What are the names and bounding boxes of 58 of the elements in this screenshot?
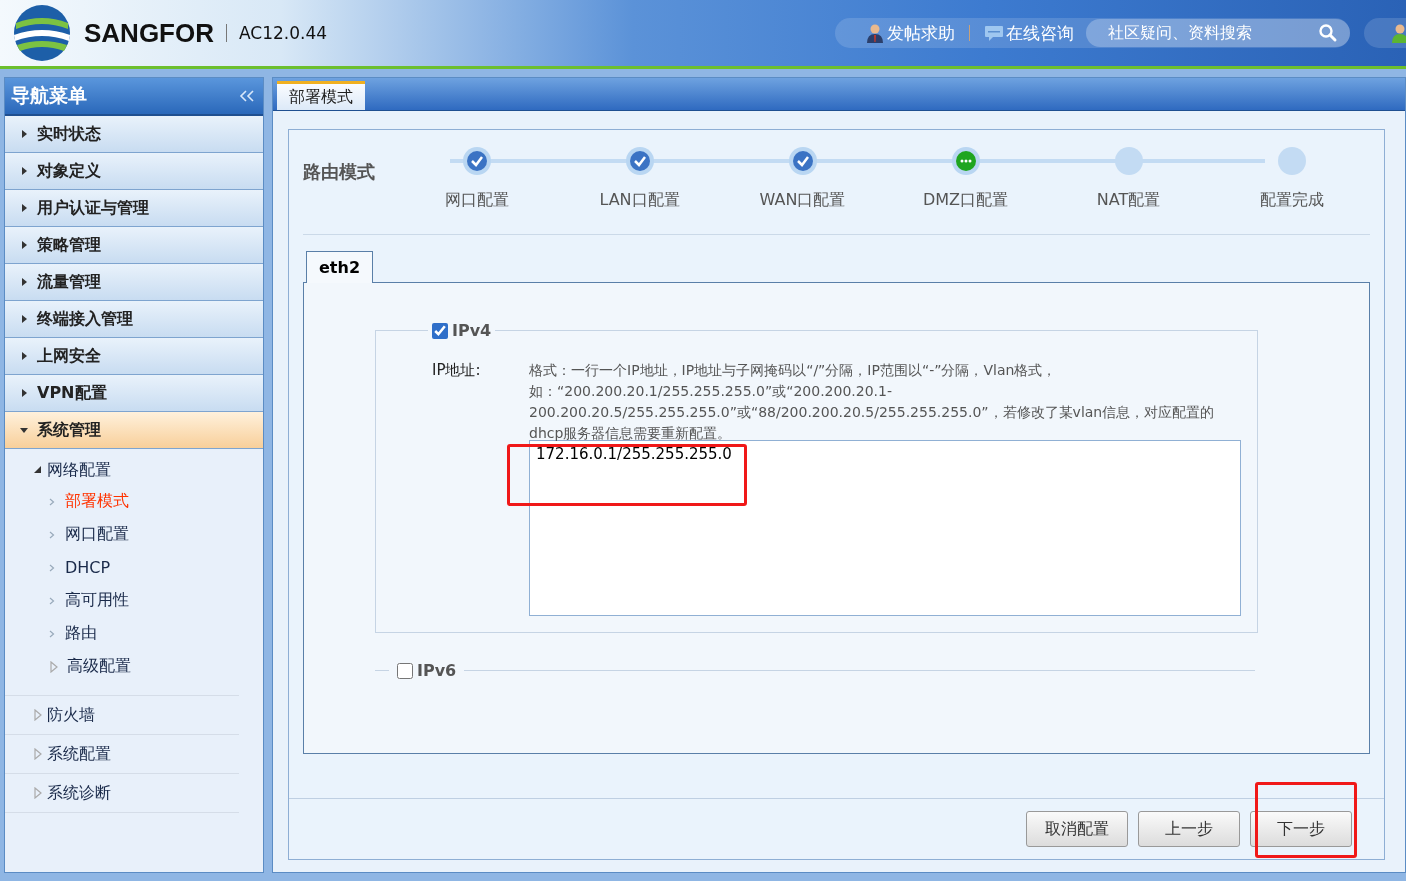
chevron-icon [49, 628, 55, 639]
page-tab[interactable]: 部署模式 [277, 81, 365, 110]
caret-icon [33, 464, 43, 476]
ipv6-label: IPv6 [417, 661, 457, 680]
caret-icon [33, 748, 43, 760]
caret-icon [19, 314, 29, 324]
user-icon [1390, 23, 1406, 43]
caret-icon [19, 388, 29, 398]
nav-item[interactable]: 高级配置 [5, 650, 263, 683]
step-label: 配置完成 [1259, 190, 1324, 211]
nav-item[interactable]: 路由 [5, 617, 263, 650]
ipv4-label: IPv4 [452, 321, 492, 340]
caret-icon [49, 660, 59, 673]
nav-item[interactable]: 高可用性 [5, 584, 263, 617]
step-label: WAN口配置 [759, 190, 846, 211]
interface-tab[interactable]: eth2 [306, 251, 374, 283]
chevron-icon [49, 595, 55, 606]
person-icon [865, 23, 885, 43]
search-icon [1318, 23, 1338, 43]
wizard-button[interactable]: 上一步 [1138, 811, 1240, 847]
caret-icon [33, 787, 43, 799]
format-hint: 格式：一行一个IP地址，IP地址与子网掩码以“/”分隔，IP范围以“-”分隔，Vlan格式，如：“200.200.20.1/255.255.255.0”或“200.200.20.1-200.200.20.5/255.255.255.0”或“88/200.200.20.5/255.255.255.0”，若修改了某vlan信息，对应配置的dhcp服务器信息需要重新配置。 [529, 361, 1216, 443]
ip-address-field[interactable]: 172.16.0.1/255.255.255.0 [529, 440, 1241, 616]
step-label: DMZ口配置 [922, 190, 1009, 211]
collapse-icon[interactable] [239, 89, 255, 103]
step-label: LAN口配置 [599, 190, 680, 211]
caret-icon [19, 166, 29, 176]
wizard-button[interactable]: 下一步 [1250, 811, 1352, 847]
nav-group[interactable]: 系统诊断 [5, 774, 239, 813]
caret-icon [19, 351, 29, 361]
ipv6-checkbox[interactable] [397, 662, 413, 679]
mode-title: 路由模式 [303, 160, 375, 184]
caret-icon [19, 203, 29, 213]
wizard-button[interactable]: 取消配置 [1026, 811, 1128, 847]
chevron-icon [49, 529, 55, 540]
chevron-icon [49, 562, 55, 573]
nav-item[interactable]: 网口配置 [5, 518, 263, 551]
brand-name: SANGFOR [84, 17, 214, 49]
ip-address-label: IP地址: [432, 360, 482, 381]
chat-icon [984, 23, 1004, 43]
nav-section[interactable]: 系统管理 [5, 412, 263, 449]
header-link[interactable]: 在线咨询 [984, 21, 1074, 45]
caret-icon [19, 277, 29, 287]
sidebar-title: 导航菜单 [11, 83, 87, 108]
version-label: AC12.0.44 [239, 23, 328, 43]
globe-logo-icon [12, 3, 72, 63]
nav-group[interactable]: 防火墙 [5, 696, 239, 735]
ipv4-checkbox[interactable] [432, 322, 448, 339]
caret-icon [19, 129, 29, 139]
step-label: 网口配置 [444, 190, 509, 211]
nav-group[interactable]: 系统配置 [5, 735, 239, 774]
nav-group[interactable]: 网络配置 [5, 455, 263, 485]
nav-item[interactable]: DHCP [5, 551, 263, 584]
caret-icon [19, 240, 29, 250]
caret-icon [33, 709, 43, 721]
caret-icon [19, 425, 29, 435]
step-label: NAT配置 [1096, 190, 1161, 211]
chevron-icon [49, 496, 55, 507]
